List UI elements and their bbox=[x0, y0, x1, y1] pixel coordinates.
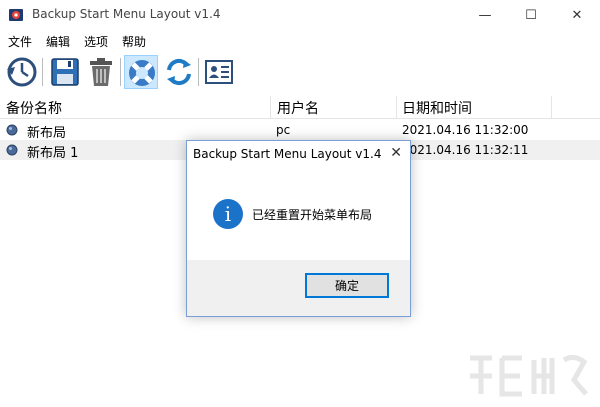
info-icon: i bbox=[213, 199, 243, 229]
toolbar bbox=[0, 50, 600, 94]
backup-clock-icon bbox=[7, 57, 37, 87]
dialog-close-button[interactable]: ✕ bbox=[390, 145, 402, 161]
backup-button[interactable] bbox=[4, 55, 38, 89]
save-button[interactable] bbox=[48, 55, 82, 89]
maximize-icon: ☐ bbox=[525, 7, 537, 23]
column-header-name[interactable]: 备份名称 bbox=[6, 98, 62, 118]
ok-button[interactable]: 确定 bbox=[305, 273, 389, 298]
title-bar: Backup Start Menu Layout v1.4 — ☐ ✕ bbox=[0, 0, 600, 30]
column-separator[interactable] bbox=[396, 96, 397, 118]
row-name: 新布局 bbox=[27, 126, 67, 141]
lifebuoy-icon bbox=[129, 60, 155, 86]
dialog-title: Backup Start Menu Layout v1.4 bbox=[193, 147, 382, 161]
info-icon-glyph: i bbox=[225, 202, 231, 226]
save-disk-icon bbox=[51, 58, 79, 86]
toolbar-separator bbox=[120, 58, 121, 86]
message-dialog: Backup Start Menu Layout v1.4 ✕ i 已经重置开始… bbox=[186, 140, 411, 317]
minimize-icon: — bbox=[478, 7, 492, 23]
menu-help[interactable]: 帮助 bbox=[122, 33, 146, 50]
close-icon: ✕ bbox=[571, 7, 583, 23]
toolbar-separator bbox=[42, 58, 43, 86]
table-row[interactable]: 新布局 pc 2021.04.16 11:32:00 bbox=[0, 120, 600, 141]
watermark-logo bbox=[470, 354, 588, 397]
backup-item-icon bbox=[6, 124, 18, 136]
column-header-datetime[interactable]: 日期和时间 bbox=[402, 98, 472, 118]
app-icon bbox=[9, 9, 23, 21]
refresh-button[interactable] bbox=[162, 55, 196, 89]
trash-icon bbox=[90, 58, 112, 86]
window-title: Backup Start Menu Layout v1.4 bbox=[32, 7, 221, 21]
dialog-body: i 已经重置开始菜单布局 bbox=[187, 171, 410, 260]
column-separator[interactable] bbox=[551, 96, 552, 118]
delete-button[interactable] bbox=[84, 55, 118, 89]
maximize-button[interactable]: ☐ bbox=[508, 0, 554, 30]
backup-item-icon bbox=[6, 144, 18, 156]
row-user: pc bbox=[276, 123, 291, 137]
close-icon: ✕ bbox=[390, 145, 402, 161]
reset-button[interactable] bbox=[124, 55, 158, 89]
menu-bar: 文件 编辑 选项 帮助 bbox=[0, 30, 600, 50]
menu-options[interactable]: 选项 bbox=[84, 33, 108, 50]
refresh-icon bbox=[167, 58, 191, 86]
toolbar-separator bbox=[198, 58, 199, 86]
close-button[interactable]: ✕ bbox=[554, 0, 600, 30]
menu-edit[interactable]: 编辑 bbox=[46, 33, 70, 50]
row-datetime: 2021.04.16 11:32:11 bbox=[402, 143, 529, 157]
dialog-message: 已经重置开始菜单布局 bbox=[252, 208, 373, 222]
dialog-footer: 确定 bbox=[187, 260, 410, 316]
row-name: 新布局 1 bbox=[27, 146, 79, 161]
minimize-button[interactable]: — bbox=[462, 0, 508, 30]
column-separator[interactable] bbox=[270, 96, 271, 118]
contact-card-icon bbox=[205, 60, 233, 84]
list-header: 备份名称 用户名 日期和时间 bbox=[0, 96, 600, 119]
column-header-user[interactable]: 用户名 bbox=[277, 98, 319, 118]
menu-file[interactable]: 文件 bbox=[8, 33, 32, 50]
contact-button[interactable] bbox=[202, 55, 236, 89]
row-datetime: 2021.04.16 11:32:00 bbox=[402, 123, 529, 137]
